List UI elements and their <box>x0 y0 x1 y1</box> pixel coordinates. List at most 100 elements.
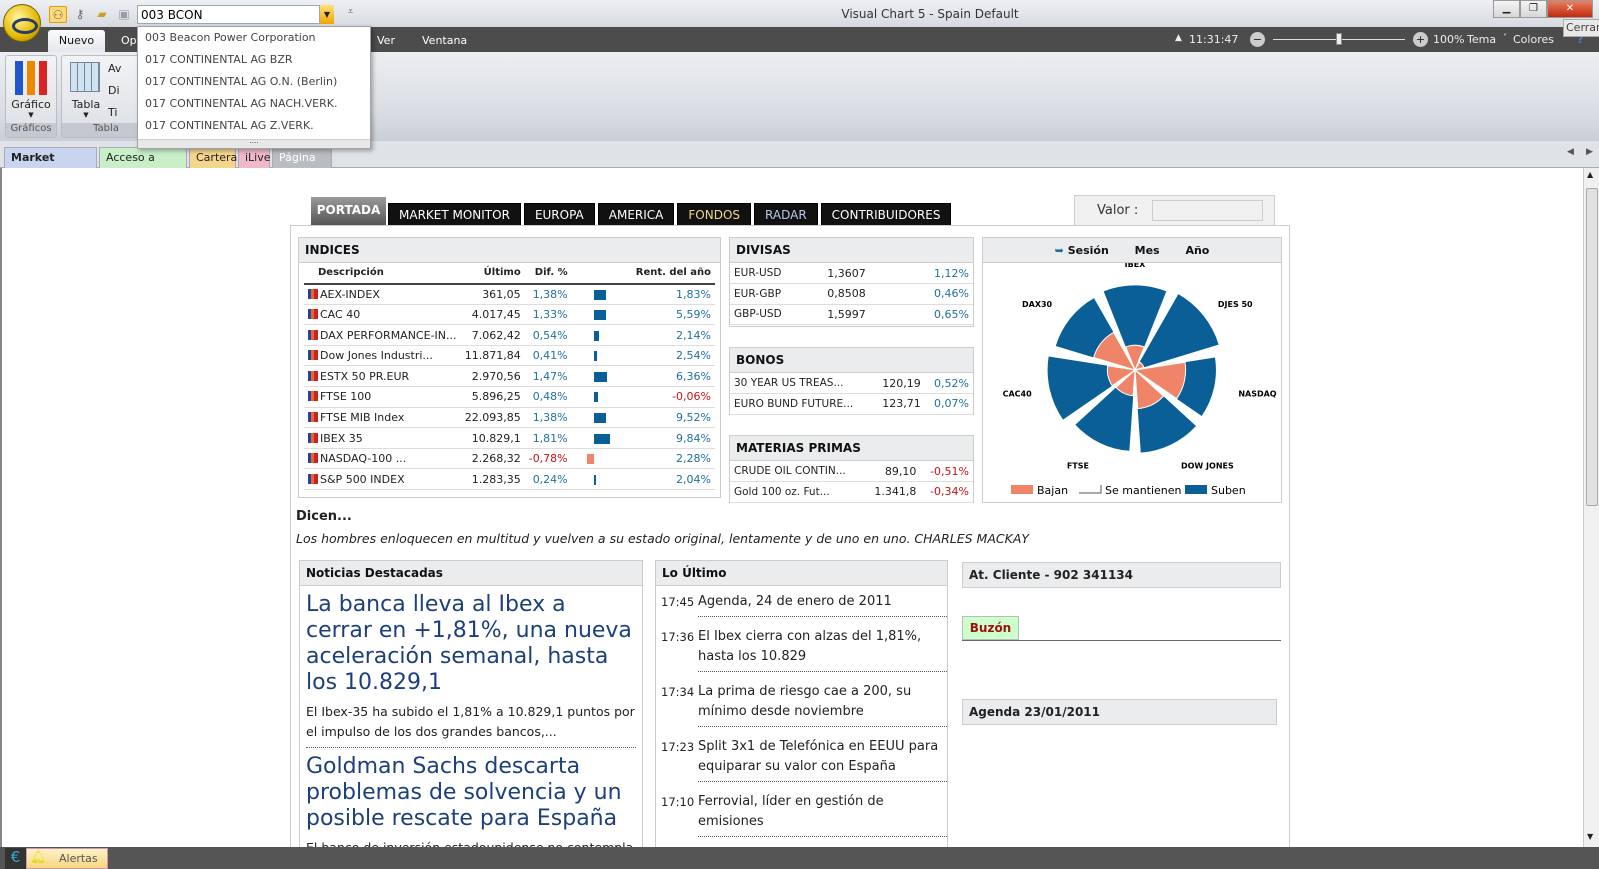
page-tab[interactable]: Acceso a Broker <box>99 147 187 183</box>
table-row[interactable]: EUR-USD 1,3607 1,12% <box>730 263 973 285</box>
key-icon[interactable]: ⚷ <box>71 6 89 23</box>
table-row[interactable]: EUR-GBP 0,8508 0,46% <box>730 283 973 305</box>
tab-portada[interactable]: PORTADA <box>311 197 386 225</box>
page-tab[interactable]: iLive <box>238 147 271 168</box>
news-text[interactable]: Split 3x1 de Telefónica en EEUU para equ… <box>698 737 947 782</box>
news-headline[interactable]: La banca lleva al Ibex a cerrar en +1,81… <box>306 592 636 696</box>
index-rent: 9,52% <box>631 407 715 429</box>
list-item[interactable]: 17:36 El Ibex cierra con alzas del 1,81%,… <box>656 621 947 676</box>
tab-radar[interactable]: RADAR <box>754 203 818 225</box>
list-item[interactable]: 17:45 Agenda, 24 de enero de 2011 <box>656 586 947 621</box>
category-label: DOW JONES <box>1181 462 1234 471</box>
resize-grip[interactable]: ···· <box>138 139 370 148</box>
tab-market-monitor[interactable]: MARKET MONITOR <box>388 203 521 225</box>
zoom-in-icon[interactable]: + <box>1413 32 1428 47</box>
buzon-tab[interactable]: Buzón <box>962 616 1019 640</box>
tema-menu[interactable]: Tema <box>1467 33 1496 46</box>
symbol-dropdown-button[interactable]: ▼ <box>320 5 334 24</box>
news-text[interactable]: Agenda, 24 de enero de 2011 <box>698 592 947 617</box>
tab-ver[interactable]: Ver <box>377 34 395 47</box>
period-tabs: ➥ Sesión Mes Año <box>983 238 1281 263</box>
period-mes[interactable]: Mes <box>1135 244 1160 257</box>
dif-bar <box>593 309 606 320</box>
list-item[interactable]: 17:34 La prima de riesgo cae a 200, su mí… <box>656 676 947 731</box>
scroll-up-icon[interactable]: ▲ <box>1587 170 1593 179</box>
restore-button[interactable]: ❐ <box>1520 0 1547 18</box>
list-item[interactable]: 17:10 Ferrovial, líder en gestión de emis… <box>656 786 947 841</box>
open-folder-icon[interactable]: ▰ <box>93 6 111 23</box>
table-row[interactable]: FTSE 100 5.896,25 0,48% -0,06% <box>304 386 715 408</box>
news-headline[interactable]: Goldman Sachs descarta problemas de solv… <box>306 754 636 832</box>
scroll-thumb[interactable] <box>1586 188 1598 506</box>
customize-toolbar-icon[interactable]: ⩡ <box>348 7 353 17</box>
zoom-slider-thumb[interactable] <box>1336 33 1342 45</box>
table-row[interactable]: ESTX 50 PR.EUR 2.970,56 1,47% 6,36% <box>304 365 715 388</box>
tab-contribuidores[interactable]: CONTRIBUIDORES <box>820 203 952 225</box>
news-text[interactable]: El Ibex cierra con alzas del 1,81%, hast… <box>698 627 947 672</box>
connection-icon[interactable]: ⚇ <box>49 6 67 23</box>
table-row[interactable]: Gold 100 oz. Fut... 1.341,8 -0,34% <box>730 481 973 503</box>
table-row[interactable]: GBP-USD 1,5997 0,65% <box>730 304 973 326</box>
zoom-out-icon[interactable]: − <box>1250 32 1265 47</box>
news-text[interactable]: La prima de riesgo cae a 200, su mínimo … <box>698 682 947 727</box>
period-sesion[interactable]: Sesión <box>1068 244 1109 257</box>
tab-europa[interactable]: EUROPA <box>523 203 595 225</box>
tabla-button[interactable]: Tabla <box>66 98 106 111</box>
save-icon[interactable]: ▣ <box>115 6 133 23</box>
suggestion-item[interactable]: 017 CONTINENTAL AG O.N. (Berlin) <box>138 71 370 93</box>
suggestion-item[interactable]: 003 Beacon Power Corporation <box>138 27 370 49</box>
alertas-tab[interactable]: 🔔︎ Alertas <box>26 848 108 869</box>
status-bar: € 🔔︎ Alertas <box>0 847 1599 869</box>
tab-fondos[interactable]: FONDOS <box>677 203 752 225</box>
scroll-left-icon[interactable]: ◀ <box>1567 147 1574 157</box>
news-item[interactable]: La banca lleva al Ibex a cerrar en +1,81… <box>306 592 636 748</box>
minimize-button[interactable]: ▁ <box>1493 0 1520 18</box>
suggestion-item[interactable]: 017 CONTINENTAL AG Z.VERK. <box>138 115 370 137</box>
table-row[interactable]: 30 YEAR US TREAS... 120,19 0,52% <box>730 373 973 395</box>
table-row[interactable]: S&P 500 INDEX 1.283,35 0,24% 2,04% <box>304 468 715 491</box>
instrument-name: EUR-USD <box>730 263 824 285</box>
suggestion-item[interactable]: 017 CONTINENTAL AG NACH.VERK. <box>138 93 370 115</box>
lo-ultimo-box: Lo Último 17:45 Agenda, 24 de enero de 20… <box>655 560 948 847</box>
table-row[interactable]: IBEX 35 10.829,1 1,81% 9,84% <box>304 427 715 449</box>
euro-icon[interactable]: € <box>5 848 26 869</box>
tab-opciones[interactable]: Op <box>121 34 137 47</box>
ribbon-item-av[interactable]: Av <box>108 62 121 75</box>
page-tab[interactable]: Página 4 <box>272 147 332 183</box>
scroll-down-icon[interactable]: ▼ <box>1587 832 1593 841</box>
table-row[interactable]: CRUDE OIL CONTIN... 89,10 -0,51% <box>730 461 973 483</box>
period-ano[interactable]: Año <box>1185 244 1209 257</box>
valor-input[interactable] <box>1152 200 1263 221</box>
tab-america[interactable]: AMERICA <box>597 203 675 225</box>
page-tab[interactable]: Cartera <box>189 147 237 168</box>
table-row[interactable]: NASDAQ-100 ... 2.268,32 -0,78% 2,28% <box>304 448 715 470</box>
page-tab[interactable]: Market Monitor <box>4 147 97 183</box>
instrument-name: EUR-GBP <box>730 283 824 305</box>
index-last: 11.871,84 <box>460 345 525 367</box>
suggestion-item[interactable]: 017 CONTINENTAL AG BZR <box>138 49 370 71</box>
news-text[interactable]: Ferrovial, líder en gestión de emisiones <box>698 792 947 837</box>
table-row[interactable]: FTSE MIB Index 22.093,85 1,38% 9,52% <box>304 407 715 429</box>
tab-ventana[interactable]: Ventana <box>422 34 467 47</box>
list-item[interactable]: 17:23 Split 3x1 de Telefónica en EEUU par… <box>656 731 947 786</box>
symbol-input[interactable] <box>137 5 320 24</box>
vertical-scrollbar[interactable]: ▲ ▼ <box>1583 168 1599 847</box>
close-button[interactable]: ✕ <box>1547 0 1593 18</box>
tab-nuevo[interactable]: Nuevo <box>48 30 105 52</box>
scroll-right-icon[interactable]: ▶ <box>1586 147 1593 157</box>
table-row[interactable]: Dow Jones Industri... 11.871,84 0,41% 2,54% <box>304 345 715 367</box>
table-row[interactable]: EURO BUND FUTURE... 123,71 0,07% <box>730 393 973 415</box>
divisas-title: DIVISAS <box>730 238 973 263</box>
ribbon-item-ti[interactable]: Ti <box>108 106 117 119</box>
colores-menu[interactable]: Colores <box>1513 33 1554 46</box>
collapse-ribbon-icon[interactable]: ▲ <box>1175 33 1182 43</box>
app-logo-button[interactable] <box>3 4 41 42</box>
grafico-button[interactable]: Gráfico <box>6 98 56 111</box>
table-row[interactable]: CAC 40 4.017,45 1,33% 5,59% <box>304 304 715 326</box>
ribbon-item-di[interactable]: Di <box>108 84 120 97</box>
table-row[interactable]: DAX PERFORMANCE-IN... 7.062,42 0,54% 2,14% <box>304 324 715 346</box>
news-item[interactable]: Goldman Sachs descarta problemas de solv… <box>306 754 636 847</box>
table-row[interactable]: AEX-INDEX 361,05 1,38% 1,83% <box>304 283 715 305</box>
chevron-down-icon[interactable]: ˅ <box>1503 33 1507 42</box>
agenda-title: Agenda 23/01/2011 <box>969 705 1100 719</box>
